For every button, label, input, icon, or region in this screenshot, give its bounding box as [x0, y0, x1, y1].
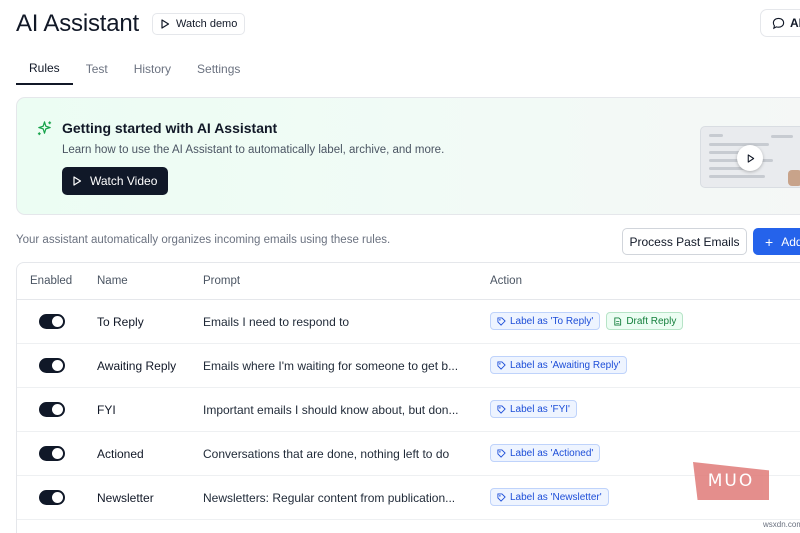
tag-icon — [497, 316, 506, 326]
rule-actions: Label as 'Actioned' — [490, 444, 601, 462]
toggle-knob — [52, 448, 63, 459]
watermark-site-text: wsxdn.com — [763, 520, 800, 529]
enabled-toggle[interactable] — [39, 402, 65, 417]
play-icon — [161, 19, 170, 29]
enabled-toggle[interactable] — [39, 358, 65, 373]
rule-actions: Label as 'Newsletter' — [490, 488, 609, 506]
ai-chat-label: AI — [790, 16, 800, 30]
rules-table: Enabled Name Prompt Action To Reply Emai… — [16, 262, 800, 533]
toggle-knob — [52, 316, 63, 327]
thumbnail-detail — [709, 175, 765, 178]
tab-settings[interactable]: Settings — [184, 52, 253, 85]
enabled-toggle[interactable] — [39, 490, 65, 505]
rule-actions: Label as 'Awaiting Reply' — [490, 356, 628, 374]
column-header-name: Name — [97, 275, 128, 287]
table-row[interactable]: To Reply Emails I need to respond to Lab… — [17, 300, 800, 344]
rule-prompt: Emails I need to respond to — [203, 315, 350, 329]
toggle-knob — [52, 492, 63, 503]
label-action-text: Label as 'Newsletter' — [510, 491, 602, 503]
label-action-text: Label as 'To Reply' — [510, 315, 594, 327]
presenter-avatar — [788, 170, 800, 186]
rule-name: FYI — [97, 403, 116, 417]
label-action-text: Label as 'Awaiting Reply' — [510, 359, 621, 371]
watch-demo-label: Watch demo — [176, 18, 238, 30]
label-action-text: Label as 'Actioned' — [510, 447, 594, 459]
enabled-toggle[interactable] — [39, 446, 65, 461]
document-icon — [614, 316, 622, 326]
rule-name: Awaiting Reply — [97, 359, 177, 373]
rule-name: Newsletter — [97, 491, 154, 505]
ai-chat-button[interactable]: AI — [760, 9, 800, 37]
add-rule-button[interactable]: + Add — [753, 228, 800, 255]
video-thumbnail[interactable] — [700, 126, 800, 188]
tab-bar: Rules Test History Settings — [16, 52, 253, 85]
column-header-enabled: Enabled — [30, 275, 73, 287]
tag-icon — [497, 360, 506, 370]
plus-icon: + — [765, 233, 774, 250]
column-header-prompt: Prompt — [203, 275, 241, 287]
tag-icon — [497, 448, 506, 458]
play-icon — [73, 176, 82, 186]
banner-title: Getting started with AI Assistant — [62, 120, 278, 136]
table-row[interactable]: Newsletter Newsletters: Regular content … — [17, 476, 800, 520]
tab-rules[interactable]: Rules — [16, 52, 73, 85]
rules-description: Your assistant automatically organizes i… — [16, 234, 391, 246]
enabled-toggle[interactable] — [39, 314, 65, 329]
tab-history[interactable]: History — [121, 52, 184, 85]
tag-icon — [497, 492, 506, 502]
label-action-text: Label as 'FYI' — [510, 403, 570, 415]
toggle-knob — [52, 404, 63, 415]
table-row[interactable]: FYI Important emails I should know about… — [17, 388, 800, 432]
table-header: Enabled Name Prompt Action — [17, 263, 800, 300]
rule-prompt: Newsletters: Regular content from public… — [203, 491, 456, 505]
watch-demo-button[interactable]: Watch demo — [152, 13, 246, 35]
label-action-badge: Label as 'Newsletter' — [490, 488, 609, 506]
thumbnail-detail — [709, 134, 723, 137]
watch-video-button[interactable]: Watch Video — [62, 167, 169, 195]
chat-bubble-icon — [772, 17, 785, 29]
label-action-badge: Label as 'Awaiting Reply' — [490, 356, 628, 374]
thumbnail-detail — [771, 135, 793, 138]
rule-name: To Reply — [97, 315, 144, 329]
tag-icon — [497, 404, 506, 414]
draft-reply-badge: Draft Reply — [606, 312, 684, 330]
toggle-knob — [52, 360, 63, 371]
getting-started-banner: Getting started with AI Assistant Learn … — [16, 97, 800, 215]
page-title: AI Assistant — [16, 10, 139, 37]
rule-actions: Label as 'To Reply' Draft Reply — [490, 312, 684, 330]
process-past-emails-button[interactable]: Process Past Emails — [622, 228, 747, 255]
sparkle-icon — [37, 121, 52, 136]
rule-actions: Label as 'FYI' — [490, 400, 577, 418]
add-rule-label: Add — [781, 234, 800, 249]
table-row[interactable]: Awaiting Reply Emails where I'm waiting … — [17, 344, 800, 388]
banner-description: Learn how to use the AI Assistant to aut… — [62, 144, 445, 156]
watch-video-label: Watch Video — [90, 174, 158, 188]
label-action-badge: Label as 'Actioned' — [490, 444, 601, 462]
rule-prompt: Emails where I'm waiting for someone to … — [203, 359, 459, 373]
table-row[interactable]: Actioned Conversations that are done, no… — [17, 432, 800, 476]
label-action-badge: Label as 'To Reply' — [490, 312, 601, 330]
play-icon — [747, 153, 754, 163]
thumbnail-detail — [709, 143, 769, 146]
column-header-action: Action — [490, 275, 522, 287]
rule-prompt: Important emails I should know about, bu… — [203, 403, 459, 417]
label-action-badge: Label as 'FYI' — [490, 400, 577, 418]
play-video-icon[interactable] — [737, 145, 763, 171]
rule-name: Actioned — [97, 447, 144, 461]
draft-reply-text: Draft Reply — [626, 315, 677, 327]
page-header: AI Assistant Watch demo — [16, 8, 246, 40]
tab-test[interactable]: Test — [73, 52, 121, 85]
rule-prompt: Conversations that are done, nothing lef… — [203, 447, 450, 461]
